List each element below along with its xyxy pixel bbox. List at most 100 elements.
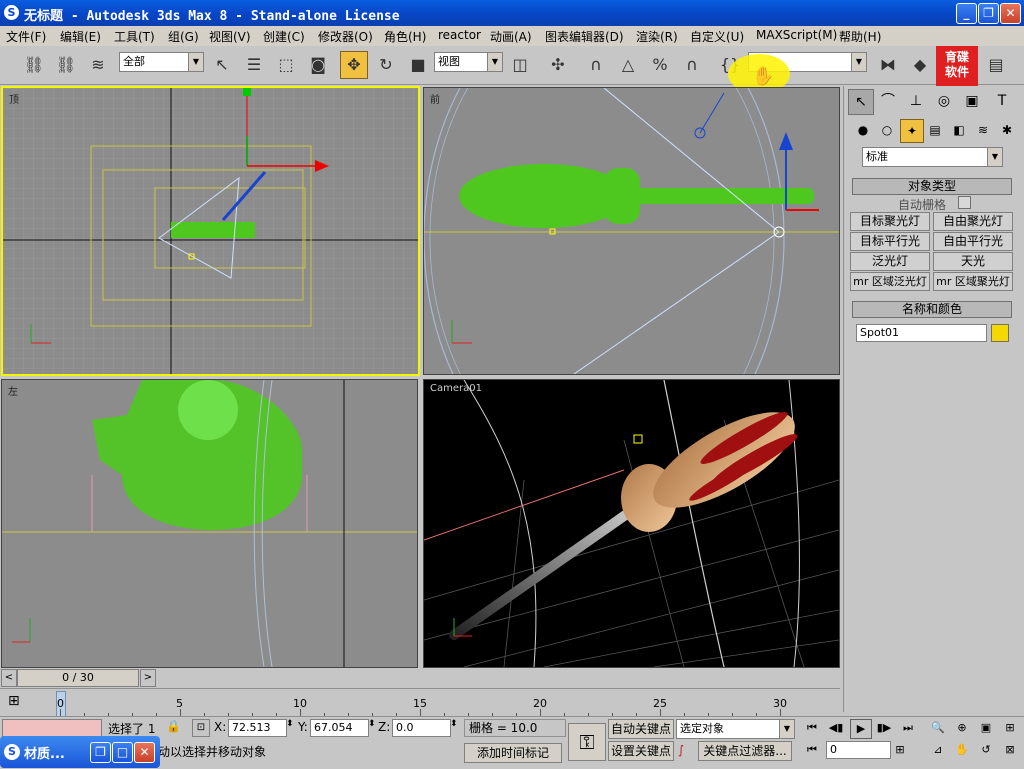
y-spinner-icon[interactable]: ⬍ <box>368 719 376 729</box>
free-direct-button[interactable]: 自由平行光 <box>933 232 1013 251</box>
bind-spacewarp-icon[interactable]: ≋ <box>84 51 112 79</box>
menu-animation[interactable]: 动画(A) <box>490 28 532 45</box>
absolute-mode-icon[interactable]: ⊡ <box>192 719 210 737</box>
maximize-button[interactable]: ❐ <box>978 3 999 24</box>
add-time-tag-button[interactable]: 添加时间标记 <box>464 743 562 763</box>
taskbar-close-button[interactable]: ✕ <box>134 742 155 763</box>
motion-tab-icon[interactable]: ◎ <box>932 89 956 113</box>
snap-toggle-icon[interactable]: ∩ <box>582 51 610 79</box>
mr-area-omni-button[interactable]: mr 区域泛光灯 <box>850 272 930 291</box>
align-icon[interactable]: ◆ <box>906 51 934 79</box>
viewport-label-camera[interactable]: Camera01 <box>430 383 482 394</box>
prev-frame-icon[interactable]: < <box>1 669 17 687</box>
menu-rendering[interactable]: 渲染(R) <box>636 28 678 45</box>
lock-selection-icon[interactable]: 🔒 <box>166 719 181 733</box>
percent-snap-icon[interactable]: % <box>646 51 674 79</box>
z-coord-input[interactable]: 0.0 <box>392 719 451 737</box>
menu-modifiers[interactable]: 修改器(O) <box>318 28 373 45</box>
create-tab-icon[interactable]: ↖ <box>848 89 874 115</box>
skylight-button[interactable]: 天光 <box>933 252 1013 271</box>
ref-coord-dropdown[interactable]: 视图 ▼ <box>434 52 503 72</box>
play-icon[interactable]: ▶ <box>850 719 872 739</box>
goto-start-icon[interactable]: ⏮ <box>802 719 822 737</box>
object-name-input[interactable]: Spot01 <box>856 324 987 342</box>
systems-icon[interactable]: ✱ <box>996 119 1018 141</box>
menu-view[interactable]: 视图(V) <box>209 28 251 45</box>
autogrid-checkbox[interactable] <box>958 196 971 209</box>
spinner-snap-icon[interactable]: ∩ <box>678 51 706 79</box>
zoom-extents-icon[interactable]: ▣ <box>976 719 996 737</box>
next-frame-icon[interactable]: > <box>140 669 156 687</box>
next-key-icon[interactable]: ▮▶ <box>874 719 894 737</box>
utilities-tab-icon[interactable]: T <box>990 89 1014 113</box>
hierarchy-tab-icon[interactable]: ⊥ <box>904 89 928 113</box>
key-tangent-icon[interactable]: ∫ <box>678 743 684 757</box>
viewport-label-front[interactable]: 前 <box>430 91 440 106</box>
lights-icon[interactable]: ✦ <box>900 119 924 143</box>
selection-filter-dropdown[interactable]: 全部 ▼ <box>119 52 204 72</box>
key-mode-toggle-icon[interactable]: ⏮ <box>802 741 822 759</box>
target-direct-button[interactable]: 目标平行光 <box>850 232 930 251</box>
unlink-icon[interactable]: ⛓ <box>52 51 80 79</box>
menu-group[interactable]: 组(G) <box>168 28 199 45</box>
select-object-icon[interactable]: ↖ <box>208 51 236 79</box>
menu-character[interactable]: 角色(H) <box>384 28 426 45</box>
spacewarps-icon[interactable]: ≋ <box>972 119 994 141</box>
viewport-front[interactable]: 前 <box>423 87 840 375</box>
modify-tab-icon[interactable]: ⌒ <box>876 89 900 113</box>
time-slider[interactable]: 0 / 30 <box>17 669 139 687</box>
taskbar-restore-button[interactable]: ❐ <box>90 742 111 763</box>
menu-help[interactable]: 帮助(H) <box>839 28 881 45</box>
menu-reactor[interactable]: reactor <box>438 28 481 42</box>
angle-snap-icon[interactable]: △ <box>614 51 642 79</box>
current-frame-input[interactable]: 0 <box>826 741 891 759</box>
menu-file[interactable]: 文件(F) <box>6 28 46 45</box>
set-key-icon[interactable]: ⚿ <box>568 723 606 761</box>
category-dropdown[interactable]: 标准 ▼ <box>862 147 1003 167</box>
maxscript-listener-mini[interactable] <box>2 719 102 737</box>
select-by-name-icon[interactable]: ☰ <box>240 51 268 79</box>
menu-create[interactable]: 创建(C) <box>263 28 305 45</box>
z-spinner-icon[interactable]: ⬍ <box>450 719 458 729</box>
mirror-icon[interactable]: ⧓ <box>874 51 902 79</box>
y-coord-input[interactable]: 67.054 <box>310 719 369 737</box>
rect-selection-icon[interactable]: ⬚ <box>272 51 300 79</box>
helpers-icon[interactable]: ◧ <box>948 119 970 141</box>
display-tab-icon[interactable]: ▣ <box>960 89 984 113</box>
time-config-icon[interactable]: ⊞ <box>890 741 910 759</box>
field-of-view-icon[interactable]: ⊿ <box>928 741 948 759</box>
zoom-icon[interactable]: 🔍 <box>928 719 948 737</box>
free-spot-button[interactable]: 自由聚光灯 <box>933 212 1013 231</box>
menu-maxscript[interactable]: MAXScript(M) <box>756 28 837 42</box>
viewport-camera[interactable]: Camera01 <box>423 379 840 668</box>
key-mode-dropdown[interactable]: 选定对象 ▼ <box>676 719 795 739</box>
select-rotate-icon[interactable]: ↻ <box>372 51 400 79</box>
orbit-icon[interactable]: ↺ <box>976 741 996 759</box>
menu-customize[interactable]: 自定义(U) <box>690 28 744 45</box>
taskbar-maximize-button[interactable]: □ <box>112 742 133 763</box>
x-coord-input[interactable]: 72.513 <box>228 719 287 737</box>
close-button[interactable]: ✕ <box>1000 3 1021 24</box>
viewport-label-top[interactable]: 顶 <box>9 91 19 106</box>
key-filters-button[interactable]: 关键点过滤器... <box>698 741 792 761</box>
mr-area-spot-button[interactable]: mr 区域聚光灯 <box>933 272 1013 291</box>
omni-button[interactable]: 泛光灯 <box>850 252 930 271</box>
cameras-icon[interactable]: ▤ <box>924 119 946 141</box>
set-key-button[interactable]: 设置关键点 <box>608 741 674 761</box>
select-scale-icon[interactable]: ■ <box>404 51 432 79</box>
maximize-viewport-icon[interactable]: ⊠ <box>1000 741 1020 759</box>
geometry-icon[interactable]: ● <box>852 119 874 141</box>
pan-icon[interactable]: ✋ <box>952 741 972 759</box>
curve-editor-icon[interactable]: ⊞ <box>8 693 20 709</box>
viewport-left[interactable]: 左 <box>1 379 418 668</box>
zoom-extents-all-icon[interactable]: ⊞ <box>1000 719 1020 737</box>
zoom-all-icon[interactable]: ⊕ <box>952 719 972 737</box>
window-crossing-icon[interactable]: ◙ <box>304 51 332 79</box>
track-bar[interactable]: ⊞ 0 5 10 15 20 25 30 <box>0 688 840 717</box>
target-spot-button[interactable]: 目标聚光灯 <box>850 212 930 231</box>
viewport-top[interactable]: 顶 <box>1 86 420 376</box>
goto-end-icon[interactable]: ⏭ <box>898 719 918 737</box>
menu-graph-editors[interactable]: 图表编辑器(D) <box>545 28 624 45</box>
viewport-label-left[interactable]: 左 <box>8 383 18 398</box>
taskbar-material-editor[interactable]: S 材质... ❐ □ ✕ <box>0 736 160 768</box>
